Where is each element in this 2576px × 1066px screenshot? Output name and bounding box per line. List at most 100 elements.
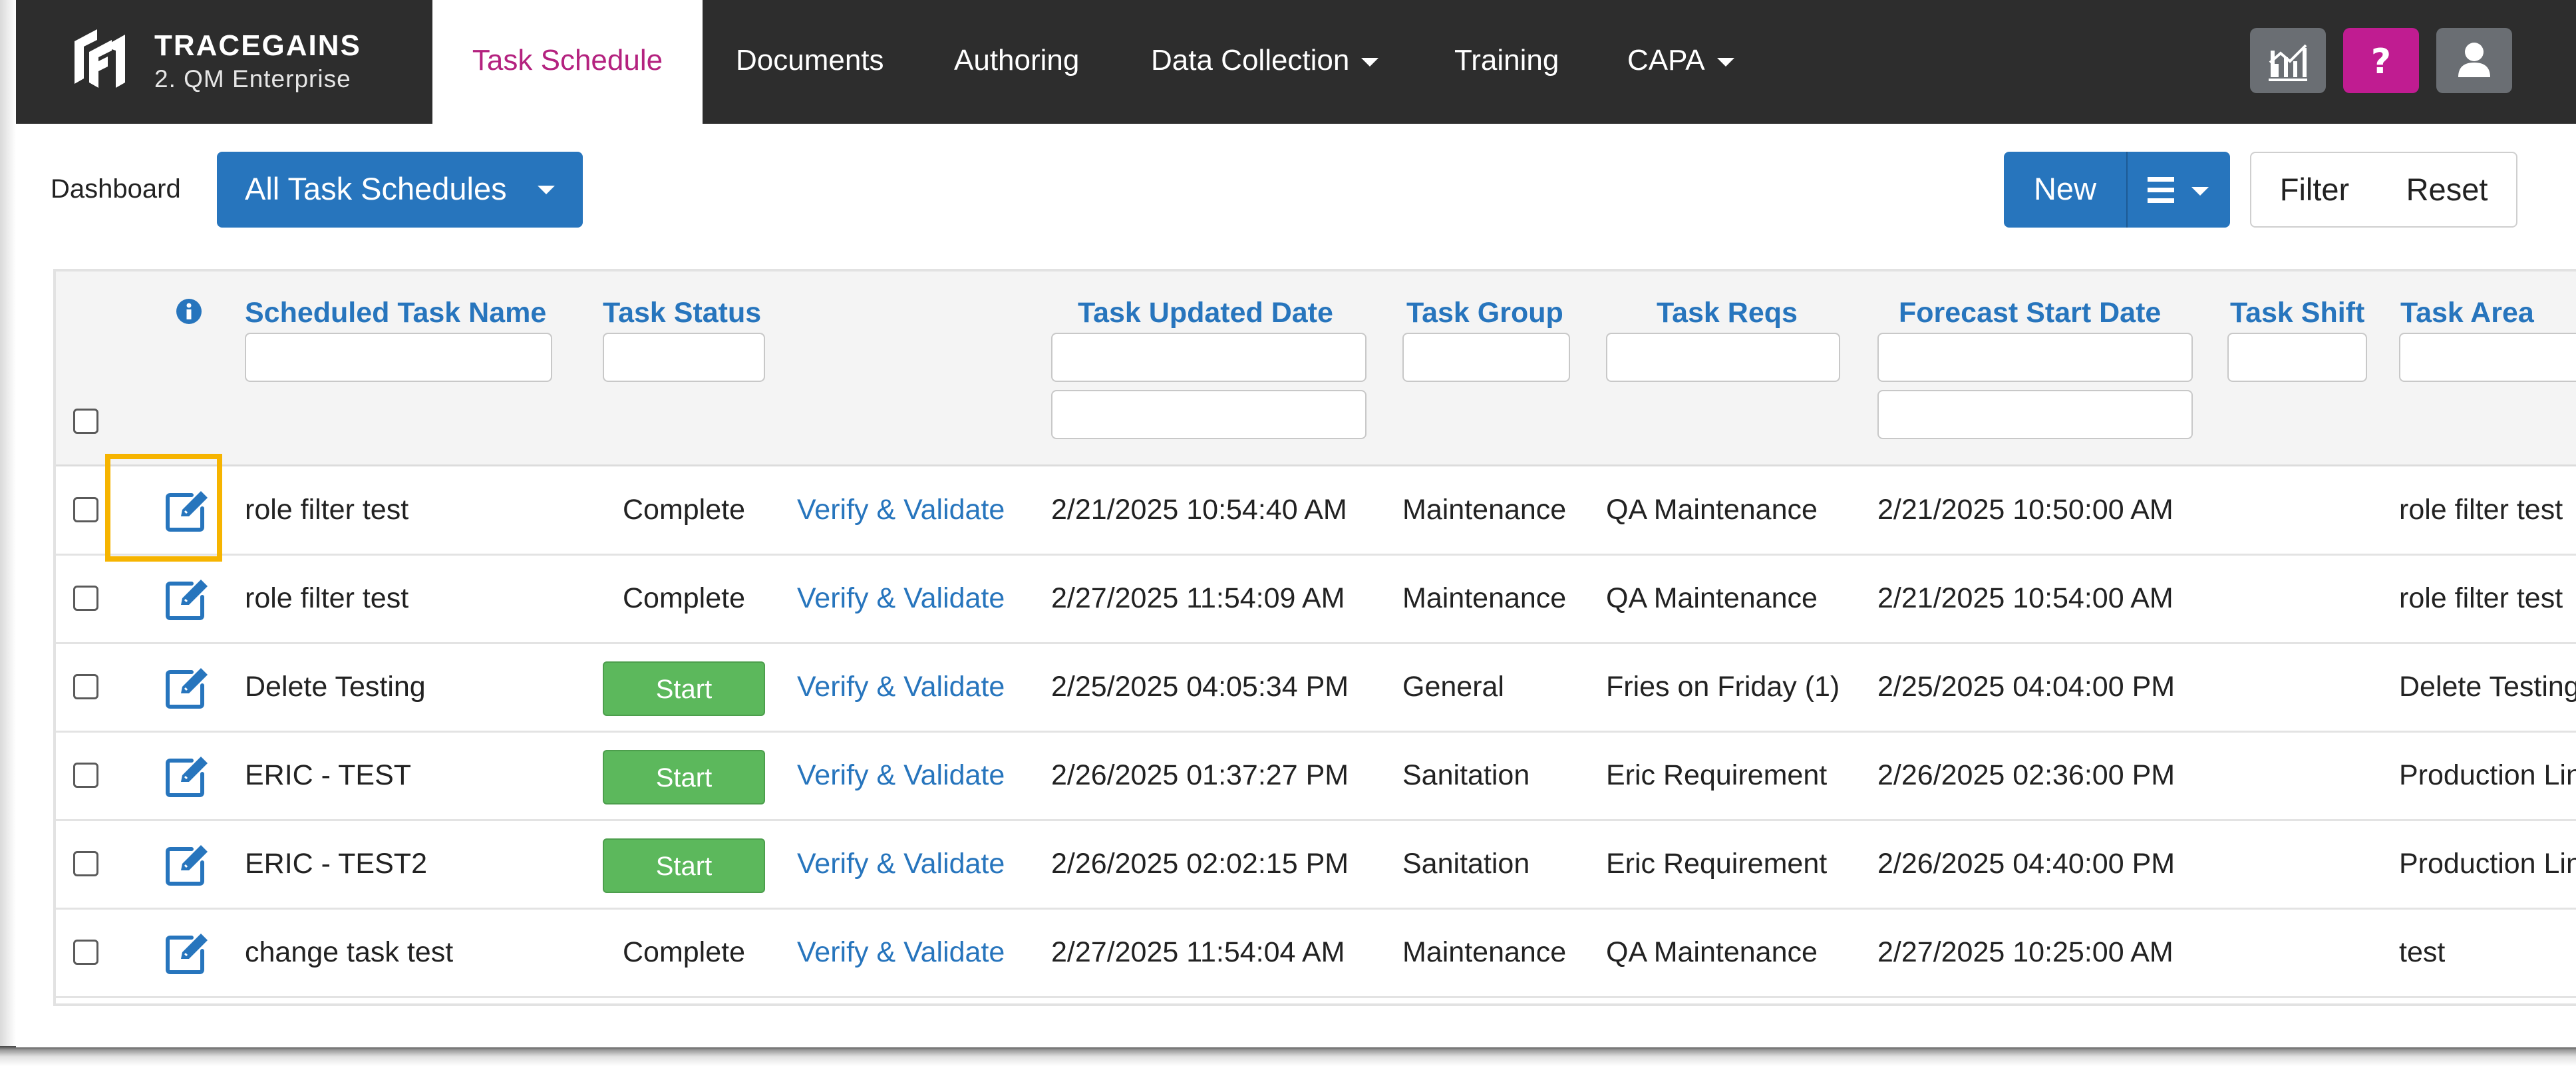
new-button-group: New bbox=[2004, 152, 2230, 228]
nav-tab-label: Training bbox=[1454, 44, 1559, 77]
task-group-cell: Maintenance bbox=[1402, 936, 1567, 968]
task-name-cell: role filter test bbox=[245, 494, 409, 526]
breadcrumb-dashboard[interactable]: Dashboard bbox=[51, 174, 181, 204]
analytics-chart-icon bbox=[2269, 44, 2307, 81]
edit-icon[interactable] bbox=[165, 665, 212, 709]
row-select-checkbox[interactable] bbox=[73, 497, 98, 522]
task-name-cell: change task test bbox=[245, 936, 454, 968]
task-reqs-cell: QA Maintenance bbox=[1606, 936, 1818, 968]
nav-tab-label: Task Schedule bbox=[472, 44, 663, 77]
row-select-checkbox[interactable] bbox=[73, 586, 98, 611]
column-header-task-name[interactable]: Scheduled Task Name bbox=[245, 297, 546, 329]
list-menu-icon bbox=[2148, 177, 2209, 203]
forecast-date-to-filter[interactable] bbox=[1877, 390, 2193, 439]
task-group-cell: General bbox=[1402, 671, 1504, 703]
task-area-cell: test bbox=[2399, 936, 2446, 968]
brand-block[interactable]: TRACEGAINS 2. QM Enterprise bbox=[16, 0, 432, 124]
column-header-task-reqs[interactable]: Task Reqs bbox=[1657, 297, 1798, 329]
edit-icon[interactable] bbox=[165, 931, 212, 975]
task-group-cell: Sanitation bbox=[1402, 759, 1530, 791]
task-group-cell: Maintenance bbox=[1402, 582, 1567, 614]
chevron-down-icon bbox=[538, 186, 555, 194]
nav-tab-label: Data Collection bbox=[1151, 44, 1350, 77]
table-row: Delete Testing Start Verify & Validate 2/25… bbox=[56, 643, 2576, 733]
task-reqs-filter-input[interactable] bbox=[1606, 333, 1840, 382]
forecast-date-from-filter[interactable] bbox=[1877, 333, 2193, 382]
task-updated-date-cell: 2/21/2025 10:54:40 AM bbox=[1051, 494, 1347, 526]
new-button[interactable]: New bbox=[2004, 152, 2128, 228]
task-name-cell: Delete Testing bbox=[245, 671, 426, 703]
task-group-cell: Maintenance bbox=[1402, 494, 1567, 526]
task-updated-date-cell: 2/27/2025 11:54:04 AM bbox=[1051, 936, 1345, 968]
user-menu-button[interactable] bbox=[2436, 28, 2512, 93]
nav-tab-training[interactable]: Training bbox=[1454, 0, 1559, 124]
forecast-start-date-cell: 2/21/2025 10:50:00 AM bbox=[1877, 494, 2174, 526]
task-updated-date-cell: 2/26/2025 01:37:27 PM bbox=[1051, 759, 1349, 791]
table-row: ERIC - TEST Start Verify & Validate 2/26/20… bbox=[56, 731, 2576, 821]
verify-validate-link[interactable]: Verify & Validate bbox=[797, 908, 1005, 996]
highlight-box bbox=[105, 454, 222, 562]
nav-tab-authoring[interactable]: Authoring bbox=[954, 0, 1079, 124]
start-task-button[interactable]: Start bbox=[603, 750, 765, 804]
task-reqs-cell: Eric Requirement bbox=[1606, 759, 1828, 791]
task-status-filter-input[interactable] bbox=[603, 333, 765, 382]
forecast-start-date-cell: 2/26/2025 04:40:00 PM bbox=[1877, 848, 2175, 880]
table-row: role filter test Complete Verify & Validat… bbox=[56, 466, 2576, 556]
column-header-task-area[interactable]: Task Area bbox=[2400, 297, 2534, 329]
reset-button[interactable]: Reset bbox=[2378, 152, 2517, 228]
column-header-task-status[interactable]: Task Status bbox=[603, 297, 761, 329]
task-name-cell: ERIC - TEST bbox=[245, 759, 412, 791]
updated-date-from-filter[interactable] bbox=[1051, 333, 1367, 382]
nav-tab-data-collection[interactable]: Data Collection bbox=[1151, 0, 1379, 124]
window-shadow-bottom bbox=[0, 1046, 2576, 1066]
select-all-checkbox[interactable] bbox=[73, 409, 98, 434]
nav-tab-label: Documents bbox=[736, 44, 884, 77]
chevron-down-icon bbox=[1361, 57, 1379, 67]
table-row: role filter test Complete Verify & Validat… bbox=[56, 554, 2576, 644]
column-header-task-updated-date[interactable]: Task Updated Date bbox=[1078, 297, 1333, 329]
column-header-forecast-start-date[interactable]: Forecast Start Date bbox=[1899, 297, 2161, 329]
task-name-filter-input[interactable] bbox=[245, 333, 552, 382]
row-select-checkbox[interactable] bbox=[73, 851, 98, 876]
verify-validate-link[interactable]: Verify & Validate bbox=[797, 554, 1005, 642]
task-group-filter-input[interactable] bbox=[1402, 333, 1570, 382]
task-area-cell: role filter test bbox=[2399, 582, 2563, 614]
column-header-task-group[interactable]: Task Group bbox=[1406, 297, 1563, 329]
nav-tab-capa[interactable]: CAPA bbox=[1627, 0, 1734, 124]
nav-tab-documents[interactable]: Documents bbox=[736, 0, 884, 124]
brand-name: TRACEGAINS bbox=[154, 29, 361, 62]
row-select-checkbox[interactable] bbox=[73, 674, 98, 699]
help-button[interactable]: ? bbox=[2343, 28, 2419, 93]
task-reqs-cell: Fries on Friday (1) bbox=[1606, 671, 1840, 703]
start-task-button[interactable]: Start bbox=[603, 838, 765, 893]
nav-tab-label: Authoring bbox=[954, 44, 1080, 77]
verify-validate-link[interactable]: Verify & Validate bbox=[797, 820, 1005, 908]
window-shadow-left bbox=[0, 0, 16, 1066]
task-updated-date-cell: 2/27/2025 11:54:09 AM bbox=[1051, 582, 1345, 614]
edit-icon[interactable] bbox=[165, 842, 212, 886]
filter-button[interactable]: Filter bbox=[2250, 152, 2379, 228]
nav-tab-task-schedule[interactable]: Task Schedule bbox=[432, 0, 703, 124]
column-header-task-shift[interactable]: Task Shift bbox=[2230, 297, 2364, 329]
verify-validate-link[interactable]: Verify & Validate bbox=[797, 731, 1005, 819]
task-name-cell: ERIC - TEST2 bbox=[245, 848, 427, 880]
row-select-checkbox[interactable] bbox=[73, 940, 98, 965]
task-area-filter-input[interactable] bbox=[2399, 333, 2576, 382]
task-schedule-select-label: All Task Schedules bbox=[245, 171, 507, 206]
verify-validate-link[interactable]: Verify & Validate bbox=[797, 466, 1005, 554]
verify-validate-link[interactable]: Verify & Validate bbox=[797, 643, 1005, 731]
start-task-button[interactable]: Start bbox=[603, 661, 765, 716]
updated-date-to-filter[interactable] bbox=[1051, 390, 1367, 439]
forecast-start-date-cell: 2/26/2025 02:36:00 PM bbox=[1877, 759, 2175, 791]
task-schedule-select[interactable]: All Task Schedules bbox=[217, 152, 583, 228]
info-icon[interactable] bbox=[176, 298, 202, 325]
new-options-dropdown[interactable] bbox=[2128, 152, 2230, 228]
analytics-button[interactable] bbox=[2250, 28, 2326, 93]
edit-icon[interactable] bbox=[165, 754, 212, 798]
task-group-cell: Sanitation bbox=[1402, 848, 1530, 880]
row-select-checkbox[interactable] bbox=[73, 763, 98, 788]
edit-icon[interactable] bbox=[165, 577, 212, 621]
task-area-cell: Production Lin bbox=[2399, 848, 2576, 880]
task-shift-filter-input[interactable] bbox=[2227, 333, 2367, 382]
help-question-icon: ? bbox=[2371, 42, 2391, 82]
